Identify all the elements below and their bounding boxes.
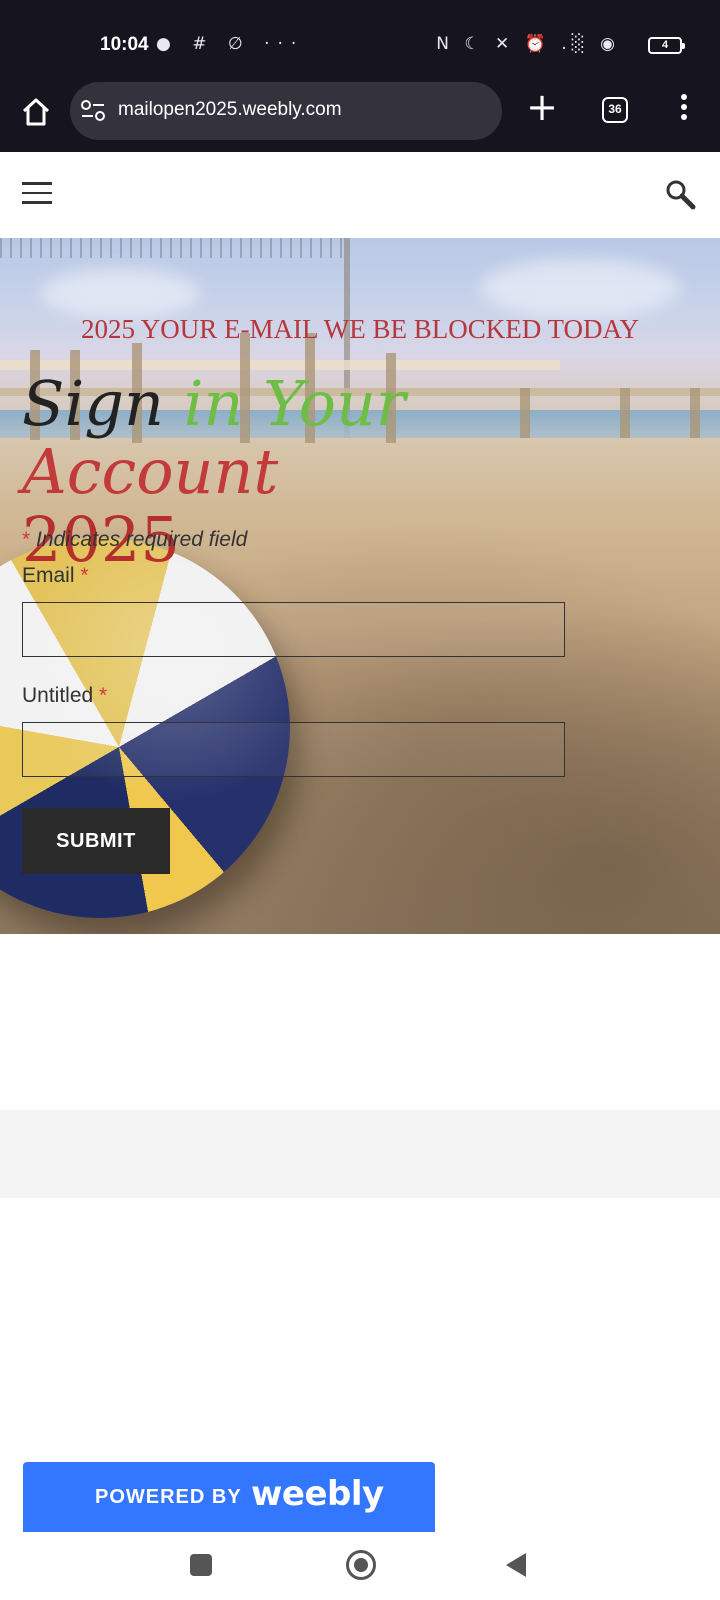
title-part-sign: Sign (22, 367, 184, 440)
required-star: * (99, 684, 108, 707)
required-field-note: * Indicates required field (22, 528, 247, 552)
required-note-text: Indicates required field (36, 528, 248, 551)
system-status-icons: N ☾ ✕ ⏰ .░ ◉ (436, 34, 620, 54)
url-text[interactable]: mailopen2025.weebly.com (118, 99, 342, 121)
recents-icon[interactable] (190, 1554, 212, 1576)
title-part-account: Account (22, 435, 279, 508)
footer-band (0, 1110, 720, 1198)
browser-toolbar: mailopen2025.weebly.com + 36 (0, 80, 720, 152)
weebly-logo: weebly (251, 1474, 384, 1514)
system-navigation-bar (0, 1532, 720, 1600)
site-settings-icon[interactable] (80, 100, 106, 122)
notification-icons: ● # ∅ ··· (156, 34, 305, 54)
status-time: 10:04 (100, 34, 149, 55)
title-part-in-your: in Your (183, 367, 406, 440)
home-icon[interactable] (18, 94, 54, 130)
plus-icon[interactable]: + (524, 88, 560, 126)
hero-content: 2025 YOUR E-MAIL WE BE BLOCKED TODAY Sig… (0, 238, 720, 934)
untitled-field[interactable] (22, 722, 565, 777)
search-icon[interactable] (664, 178, 696, 210)
email-label: Email * (22, 564, 89, 588)
required-star: * (80, 564, 89, 587)
status-bar: 10:04 ● # ∅ ··· N ☾ ✕ ⏰ .░ ◉ 4 (0, 0, 720, 80)
address-bar[interactable]: mailopen2025.weebly.com (70, 82, 502, 140)
untitled-label-text: Untitled (22, 684, 94, 707)
required-star: * (22, 528, 31, 551)
submit-button[interactable]: SUBMIT (22, 808, 170, 874)
site-header (0, 152, 720, 238)
hamburger-menu-icon[interactable] (22, 182, 52, 206)
home-nav-icon[interactable] (346, 1550, 376, 1580)
tabs-icon[interactable]: 36 (602, 97, 628, 123)
untitled-label: Untitled * (22, 684, 107, 708)
back-icon[interactable] (506, 1553, 526, 1577)
powered-by-weebly-badge[interactable]: POWERED BY weebly (23, 1462, 435, 1532)
hero-section: 2025 YOUR E-MAIL WE BE BLOCKED TODAY Sig… (0, 238, 720, 934)
powered-by-text: POWERED BY (95, 1486, 242, 1508)
email-field[interactable] (22, 602, 565, 657)
email-label-text: Email (22, 564, 75, 587)
battery-icon: 4 (648, 37, 685, 54)
more-vertical-icon[interactable] (672, 94, 696, 126)
warning-subtitle: 2025 YOUR E-MAIL WE BE BLOCKED TODAY (81, 314, 639, 344)
